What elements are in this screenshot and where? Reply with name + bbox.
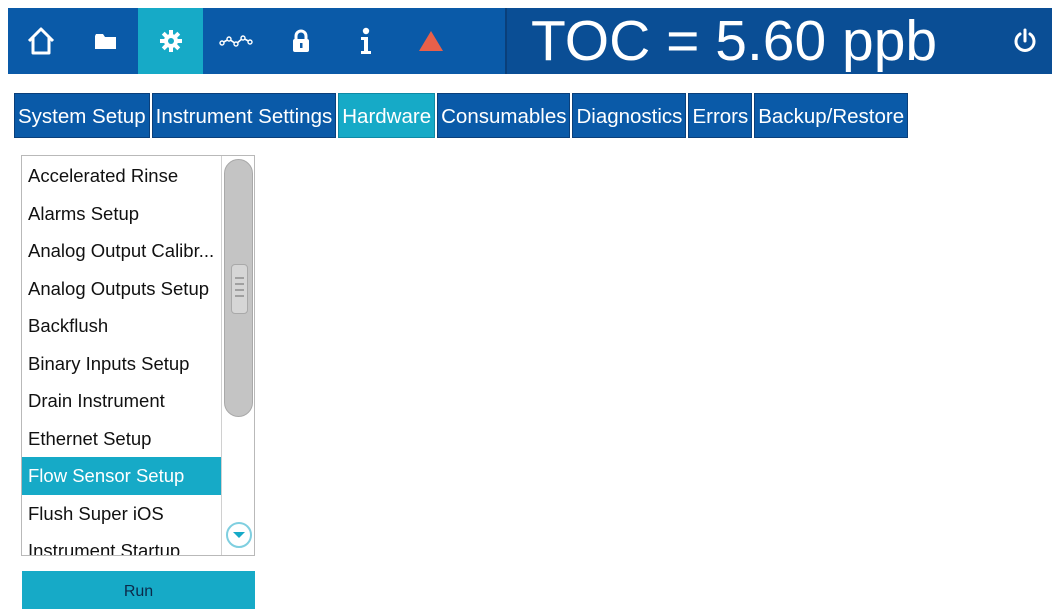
- settings-button[interactable]: [138, 8, 203, 74]
- trend-button[interactable]: [203, 8, 268, 74]
- tab-errors[interactable]: Errors: [688, 93, 753, 138]
- top-toolbar: TOC = 5.60 ppb: [8, 8, 1052, 74]
- power-button[interactable]: [998, 8, 1052, 74]
- list-item-alarms-setup[interactable]: Alarms Setup: [22, 195, 222, 233]
- gear-icon: [159, 30, 182, 52]
- list-item-instrument-startup[interactable]: Instrument Startup: [22, 532, 222, 555]
- files-button[interactable]: [73, 8, 138, 74]
- folder-icon: [94, 34, 116, 49]
- power-icon: [1014, 28, 1036, 52]
- list-item-binary-inputs-setup[interactable]: Binary Inputs Setup: [22, 345, 222, 383]
- list-item-analog-output-calibration[interactable]: Analog Output Calibr...: [22, 232, 222, 270]
- info-button[interactable]: [333, 8, 398, 74]
- tab-diagnostics[interactable]: Diagnostics: [572, 93, 687, 138]
- chevron-down-icon: [233, 532, 245, 538]
- tab-backup-restore[interactable]: Backup/Restore: [754, 93, 909, 138]
- scroll-down-button[interactable]: [226, 522, 252, 548]
- list-item-drain-instrument[interactable]: Drain Instrument: [22, 382, 222, 420]
- toc-readout: TOC = 5.60 ppb: [505, 8, 1052, 74]
- info-icon: [360, 27, 371, 54]
- toc-value: TOC = 5.60 ppb: [531, 9, 938, 73]
- lock-button[interactable]: [268, 8, 333, 74]
- alarm-button[interactable]: [398, 8, 463, 74]
- scrollbar-grip: [231, 264, 248, 314]
- list-item-analog-outputs-setup[interactable]: Analog Outputs Setup: [22, 270, 222, 308]
- lock-icon: [292, 29, 309, 52]
- hardware-function-list[interactable]: Accelerated Rinse Alarms Setup Analog Ou…: [21, 155, 255, 556]
- home-button[interactable]: [8, 8, 73, 74]
- list-item-backflush[interactable]: Backflush: [22, 307, 222, 345]
- scrollbar-thumb[interactable]: [224, 159, 253, 417]
- tab-consumables[interactable]: Consumables: [437, 93, 571, 138]
- tab-hardware[interactable]: Hardware: [338, 93, 436, 138]
- list-items: Accelerated Rinse Alarms Setup Analog Ou…: [22, 157, 222, 555]
- list-scrollbar[interactable]: [221, 156, 254, 555]
- list-item-ethernet-setup[interactable]: Ethernet Setup: [22, 420, 222, 458]
- tab-instrument-settings[interactable]: Instrument Settings: [151, 93, 337, 138]
- run-button[interactable]: Run: [22, 571, 255, 609]
- home-icon: [27, 27, 54, 55]
- tab-system-setup[interactable]: System Setup: [14, 93, 150, 138]
- warning-triangle-icon: [418, 31, 443, 51]
- list-item-accelerated-rinse[interactable]: Accelerated Rinse: [22, 157, 222, 195]
- list-item-flush-super-ios[interactable]: Flush Super iOS: [22, 495, 222, 533]
- tab-bar: System Setup Instrument Settings Hardwar…: [14, 93, 910, 138]
- trend-icon: [218, 35, 253, 47]
- list-item-flow-sensor-setup[interactable]: Flow Sensor Setup: [22, 457, 222, 495]
